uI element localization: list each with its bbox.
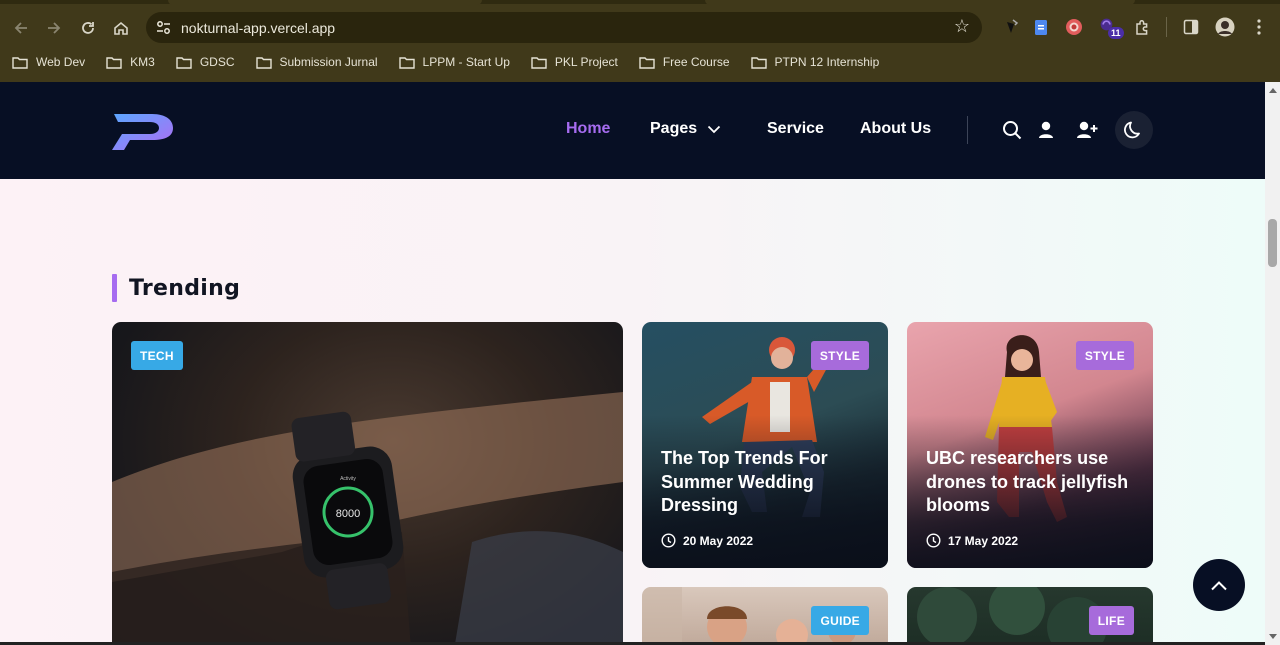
- search-icon[interactable]: [1002, 120, 1022, 140]
- nav-pages-label: Pages: [650, 120, 698, 137]
- url-text[interactable]: nokturnal-app.vercel.app: [181, 20, 335, 36]
- notification-extension-icon[interactable]: 11: [1099, 17, 1124, 39]
- nav-home[interactable]: Home: [566, 120, 610, 138]
- category-badge[interactable]: LIFE: [1088, 606, 1134, 635]
- bookmark-folder[interactable]: Submission Jurnal: [255, 55, 378, 69]
- moon-icon: [1124, 121, 1140, 139]
- scroll-down-arrow[interactable]: [1269, 634, 1277, 639]
- nav-about-label: About Us: [860, 120, 932, 137]
- bookmark-label: Web Dev: [36, 55, 86, 69]
- bookmark-folder[interactable]: Web Dev: [12, 55, 85, 69]
- browser-menu-icon[interactable]: [1249, 17, 1269, 37]
- site-logo[interactable]: [112, 112, 174, 150]
- chevron-down-icon: [708, 125, 721, 133]
- folder-icon: [106, 56, 122, 69]
- extensions-puzzle-icon[interactable]: [1132, 17, 1152, 37]
- card-date: 17 May 2022: [926, 533, 1018, 548]
- dark-mode-toggle[interactable]: [1115, 111, 1153, 149]
- nav-service[interactable]: Service: [767, 120, 824, 138]
- bookmark-folder[interactable]: PTPN 12 Internship: [750, 55, 880, 69]
- card-date: 20 May 2022: [661, 533, 753, 548]
- category-badge[interactable]: STYLE: [1075, 341, 1134, 370]
- trending-card[interactable]: STYLE The Top Trends For Summer Wedding …: [642, 322, 888, 568]
- scroll-thumb[interactable]: [1268, 219, 1277, 267]
- site-header: Home Pages Service About Us: [0, 82, 1265, 179]
- profile-avatar[interactable]: [1215, 17, 1235, 37]
- reload-button[interactable]: [75, 15, 101, 41]
- address-bar[interactable]: nokturnal-app.vercel.app ☆: [146, 12, 982, 43]
- toolbar-divider: [1166, 17, 1167, 37]
- bookmark-folder[interactable]: LPPM - Start Up: [398, 55, 510, 69]
- bookmark-folder[interactable]: Free Course: [639, 55, 730, 69]
- category-badge[interactable]: TECH: [131, 341, 183, 370]
- folder-icon: [398, 56, 415, 69]
- heading-accent-bar: [112, 274, 117, 302]
- site-settings-icon[interactable]: [155, 19, 172, 36]
- main-content: Trending 8000 Activity TECH STYLE The To…: [0, 179, 1265, 642]
- bookmark-label: PKL Project: [554, 55, 618, 69]
- docs-extension-icon[interactable]: [1031, 17, 1051, 37]
- extension-pin-icon[interactable]: [1002, 17, 1022, 37]
- smartwatch-photo: 8000 Activity: [112, 392, 623, 642]
- folder-icon: [531, 56, 547, 69]
- watch-value: 8000: [336, 508, 360, 520]
- page-scrollbar[interactable]: [1265, 82, 1280, 645]
- folder-icon: [639, 56, 655, 69]
- trending-card-featured[interactable]: 8000 Activity TECH: [112, 322, 623, 642]
- active-tab-edge: [168, 0, 482, 5]
- nav-home-label: Home: [566, 120, 611, 137]
- nav-pages-dropdown[interactable]: Pages: [650, 120, 721, 138]
- category-badge[interactable]: STYLE: [810, 341, 869, 370]
- card-title[interactable]: The Top Trends For Summer Wedding Dressi…: [661, 447, 871, 518]
- chevron-up-icon: [1211, 580, 1227, 590]
- home-button[interactable]: [108, 15, 134, 41]
- user-plus-icon[interactable]: [1076, 120, 1098, 140]
- header-divider: [967, 116, 968, 144]
- side-panel-icon[interactable]: [1181, 17, 1201, 37]
- scroll-to-top-button[interactable]: [1193, 559, 1245, 611]
- folder-icon: [12, 56, 28, 69]
- back-button[interactable]: [8, 15, 34, 41]
- tab-edge: [705, 0, 1135, 5]
- card-title[interactable]: UBC researchers use drones to track jell…: [926, 447, 1136, 518]
- bookmarks-bar: Web Dev KM3 GDSC Submission Jurnal LPPM …: [0, 50, 900, 74]
- extension-badge: 11: [1108, 27, 1124, 39]
- watch-label: Activity: [340, 476, 356, 482]
- bookmark-label: KM3: [130, 55, 155, 69]
- bookmark-label: GDSC: [199, 55, 235, 69]
- trending-card[interactable]: STYLE UBC researchers use drones to trac…: [907, 322, 1153, 568]
- category-badge[interactable]: GUIDE: [811, 606, 869, 635]
- folder-icon: [255, 56, 272, 69]
- bookmark-star-icon[interactable]: ☆: [954, 16, 970, 37]
- nav-about[interactable]: About Us: [860, 120, 931, 138]
- user-icon[interactable]: [1036, 120, 1056, 140]
- trending-heading: Trending: [112, 274, 240, 302]
- trending-card[interactable]: LIFE: [907, 587, 1153, 642]
- bookmark-folder[interactable]: GDSC: [176, 55, 235, 69]
- folder-icon: [750, 56, 767, 69]
- trending-card[interactable]: GUIDE: [642, 587, 888, 642]
- card-date-text: 17 May 2022: [948, 533, 1019, 548]
- forward-button[interactable]: [41, 15, 67, 41]
- card-date-text: 20 May 2022: [683, 533, 754, 548]
- bookmark-label: PTPN 12 Internship: [774, 55, 880, 69]
- browser-toolbar: nokturnal-app.vercel.app ☆ 11 Web Dev KM…: [0, 0, 1280, 82]
- clock-icon: [661, 533, 676, 548]
- reload-icon: [82, 22, 94, 34]
- bookmark-label: LPPM - Start Up: [422, 55, 510, 69]
- house-icon: [114, 21, 128, 35]
- bookmark-label: Free Course: [662, 55, 730, 69]
- record-extension-icon[interactable]: [1064, 17, 1084, 37]
- scroll-up-arrow[interactable]: [1269, 88, 1277, 93]
- bookmark-label: Submission Jurnal: [279, 55, 378, 69]
- folder-icon: [176, 56, 192, 69]
- nav-service-label: Service: [767, 120, 824, 137]
- arrow-left-icon: [14, 22, 27, 34]
- trending-title: Trending: [129, 275, 241, 301]
- bookmark-folder[interactable]: KM3: [106, 55, 155, 69]
- clock-icon: [926, 533, 941, 548]
- bookmark-folder[interactable]: PKL Project: [531, 55, 618, 69]
- arrow-right-icon: [48, 22, 61, 34]
